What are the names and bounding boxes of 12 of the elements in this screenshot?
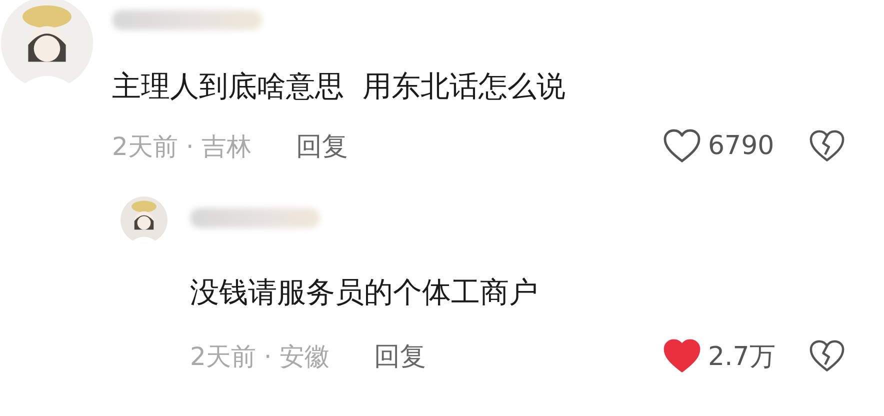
like-count: 6790 (708, 131, 776, 161)
like-count: 2.7万 (708, 340, 776, 374)
comment-text: 主理人到底啥意思 用东北话怎么说 (112, 68, 566, 105)
reply-button[interactable]: 回复 (374, 338, 426, 374)
broken-heart-icon[interactable] (808, 129, 846, 163)
like-heart-icon[interactable] (662, 128, 702, 164)
comment-time-location: 2天前 · 吉林 (112, 130, 252, 162)
reply-button[interactable]: 回复 (296, 128, 348, 164)
comment-text: 没钱请服务员的个体工商户 (190, 274, 539, 311)
comment-time-location: 2天前 · 安徽 (190, 340, 330, 372)
like-heart-icon[interactable] (662, 338, 702, 374)
broken-heart-icon[interactable] (808, 339, 846, 373)
